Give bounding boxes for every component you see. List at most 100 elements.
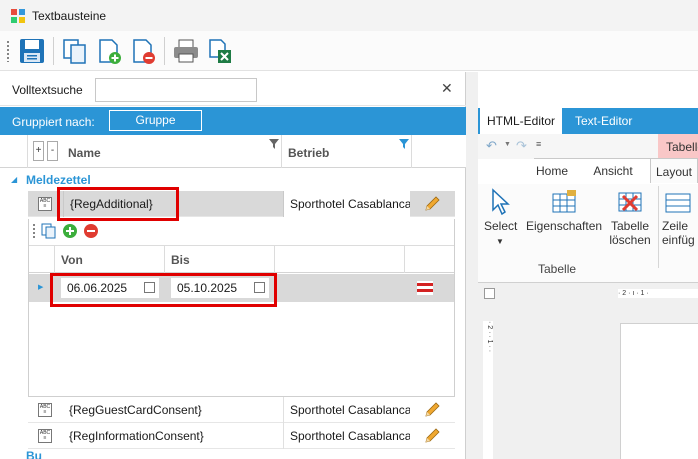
redo-icon[interactable]: ↷: [516, 138, 527, 154]
vertical-ruler: · 2 · · 1 · ·: [483, 321, 493, 459]
app-icon: [11, 8, 25, 23]
new-button[interactable]: [92, 34, 126, 68]
row-betrieb: Sporthotel Casablanca': [283, 191, 410, 217]
title-bar: Textbausteine: [0, 0, 698, 31]
customize-icon[interactable]: ≡: [536, 139, 541, 149]
row-indicator-icon: ▶: [38, 284, 44, 291]
text-block-icon: ABC ≡: [38, 197, 52, 211]
insert-row-label-2: einfüg: [662, 233, 695, 247]
text-block-icon: ABC ≡: [38, 403, 52, 417]
delete-table-button[interactable]: Tabelle löschen: [608, 188, 652, 247]
column-header-von-label: Von: [61, 253, 83, 267]
collapse-all-button[interactable]: -: [47, 141, 58, 161]
copy-documents-icon: [63, 38, 86, 64]
dropdown-arrow-icon: ▼: [496, 237, 504, 246]
detail-empty-header: [275, 246, 405, 273]
remove-icon[interactable]: [83, 223, 99, 239]
ruler-corner[interactable]: [484, 288, 495, 299]
delete-document-icon: [133, 38, 155, 64]
document-page[interactable]: [620, 323, 698, 459]
edit-icon[interactable]: [423, 427, 441, 445]
toolbar-grip[interactable]: [6, 39, 10, 62]
grid-header: + - Name Betrieb: [0, 135, 466, 168]
text-block-icon: ABC ≡: [38, 429, 52, 443]
column-header-name[interactable]: Name: [62, 135, 282, 168]
detail-panel: Von Bis ▶ 06.06.2025 05.10.2025: [28, 219, 455, 397]
tab-home[interactable]: Home: [534, 158, 570, 183]
tab-layout[interactable]: Layout: [650, 158, 698, 183]
tab-text-editor[interactable]: Text-Editor: [568, 108, 639, 134]
undo-icon[interactable]: ↶: [486, 138, 497, 154]
column-header-name-label: Name: [68, 146, 101, 160]
row-name: {RegGuestCardConsent}: [69, 403, 202, 417]
search-input[interactable]: [95, 78, 257, 102]
filter-icon[interactable]: [269, 139, 279, 149]
column-header-bis[interactable]: Bis: [165, 246, 275, 273]
copy-button[interactable]: [58, 34, 92, 68]
toolbar-grip[interactable]: [32, 223, 36, 239]
insert-row-icon: [665, 193, 691, 213]
column-header-betrieb-label: Betrieb: [288, 146, 330, 160]
row-icon-cell: ABC ≡: [28, 397, 63, 423]
ribbon: Select ▼ Eigenschaften Tabelle löschen Z…: [478, 184, 698, 283]
grouping-bar: Gruppiert nach: Gruppe: [0, 107, 466, 135]
grouping-label: Gruppiert nach:: [12, 115, 95, 129]
insert-row-label-1: Zeile: [662, 219, 689, 233]
select-label: Select: [484, 219, 518, 233]
collapse-caret-icon[interactable]: ◢: [11, 175, 17, 184]
insert-row-button[interactable]: Zeile einfüg: [662, 188, 698, 247]
dropdown-arrow-icon[interactable]: ▼: [504, 141, 511, 148]
copy-documents-icon[interactable]: [40, 222, 58, 240]
table-row[interactable]: ABC ≡ {RegGuestCardConsent} Sporthotel Ca…: [28, 397, 455, 423]
main-toolbar: [0, 31, 698, 71]
left-panel: Volltextsuche ✕ Gruppiert nach: Gruppe +…: [0, 72, 466, 459]
filter-icon[interactable]: [399, 139, 409, 149]
excel-export-button[interactable]: [203, 34, 237, 68]
group-button[interactable]: Gruppe: [109, 110, 202, 131]
tab-html-editor[interactable]: HTML-Editor: [480, 108, 563, 134]
properties-button[interactable]: Eigenschaften: [526, 188, 602, 233]
tab-tabelle-context[interactable]: Tabelle: [658, 134, 698, 159]
detail-indicator-header: [29, 246, 55, 273]
window-title: Textbausteine: [32, 8, 107, 23]
edit-icon[interactable]: [423, 195, 441, 213]
next-group-title: Bu: [26, 451, 42, 459]
document-area: · 2 · ı · 1 · · 2 · · 1 · ·: [478, 283, 698, 459]
quick-access-toolbar: ↶ ▼ ↷ ≡: [478, 134, 541, 159]
row-name: {RegInformationConsent}: [69, 429, 204, 443]
ribbon-separator: [658, 186, 659, 268]
table-row[interactable]: ABC ≡ {RegInformationConsent} Sporthotel …: [28, 423, 455, 449]
add-icon[interactable]: [62, 223, 78, 239]
properties-label: Eigenschaften: [526, 219, 603, 233]
group-title: Meldezettel: [26, 173, 91, 187]
print-button[interactable]: [169, 34, 203, 68]
row-betrieb: Sporthotel Casablanca': [283, 423, 410, 449]
toolbar-separator: [164, 36, 165, 65]
column-header-betrieb[interactable]: Betrieb: [282, 135, 412, 168]
search-label: Volltextsuche: [12, 83, 83, 97]
row-icon-cell: ABC ≡: [28, 423, 63, 449]
detail-grid-header: Von Bis: [29, 245, 454, 273]
editor-tab-bar: HTML-Editor Text-Editor: [478, 108, 698, 134]
tab-ansicht[interactable]: Ansicht: [588, 158, 638, 183]
delete-table-icon: [618, 192, 642, 212]
delete-row-icon[interactable]: [417, 281, 433, 295]
expand-all-button[interactable]: +: [33, 141, 44, 161]
highlight-box: [50, 273, 277, 307]
select-button[interactable]: Select ▼: [484, 188, 518, 249]
detail-toolbar: [29, 219, 454, 243]
new-document-icon: [99, 38, 121, 64]
column-header-bis-label: Bis: [171, 253, 190, 267]
row-betrieb: Sporthotel Casablanca': [283, 397, 410, 423]
print-icon: [174, 39, 198, 62]
splitter[interactable]: [466, 72, 478, 459]
edit-icon[interactable]: [423, 401, 441, 419]
save-button[interactable]: [15, 34, 49, 68]
horizontal-ruler: · 2 · ı · 1 ·: [618, 289, 698, 298]
table-properties-icon: [552, 190, 576, 213]
delete-table-label-1: Tabelle: [610, 219, 650, 233]
column-header-von[interactable]: Von: [55, 246, 165, 273]
clear-search-icon[interactable]: ✕: [441, 81, 453, 95]
cursor-icon: [492, 188, 510, 216]
delete-button[interactable]: [126, 34, 160, 68]
